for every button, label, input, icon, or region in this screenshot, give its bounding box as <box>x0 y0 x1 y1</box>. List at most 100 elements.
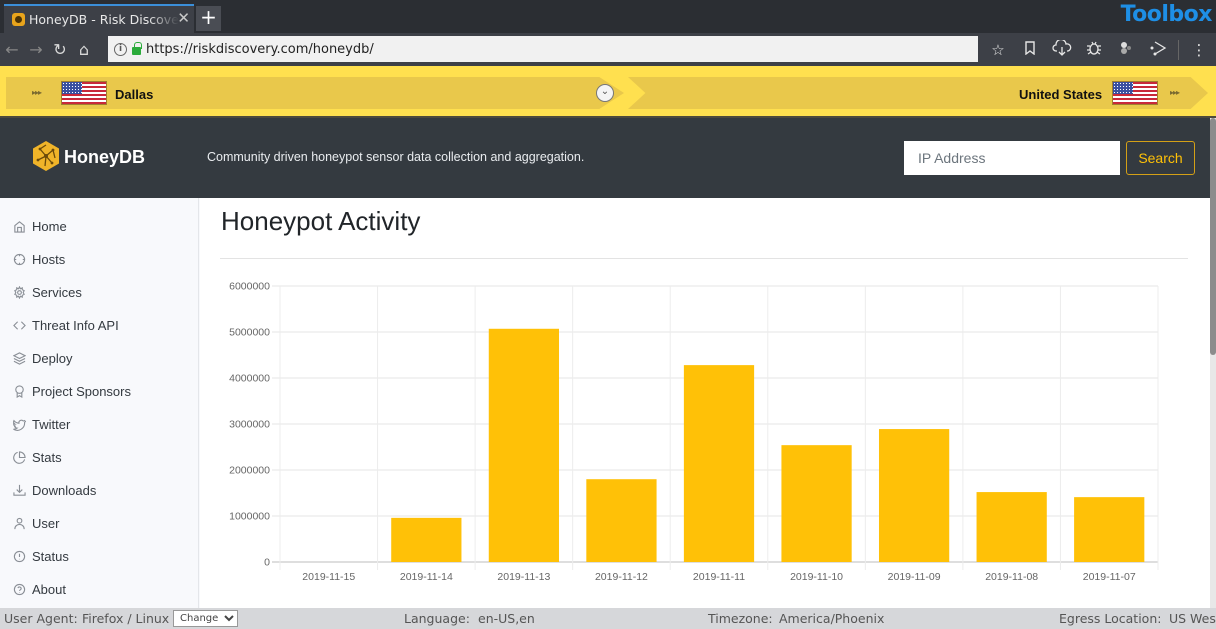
sidebar-item-threat-info-api[interactable]: Threat Info API <box>12 314 119 336</box>
location-banner: ▸▸▸ Dallas ⌄ United States ▸▸▸ <box>0 66 1216 118</box>
x-tick-label: 2019-11-08 <box>985 571 1038 583</box>
user-agent-label: User Agent: <box>4 611 78 626</box>
title-divider <box>220 258 1188 259</box>
honeydb-logo-icon[interactable] <box>32 140 60 172</box>
language-value: en-US,en <box>478 611 535 626</box>
url-bar[interactable]: i https://riskdiscovery.com/honeydb/ <box>108 36 978 62</box>
bar-2019-11-09 <box>878 429 950 562</box>
search-button[interactable]: Search <box>1126 141 1195 175</box>
x-tick-label: 2019-11-12 <box>595 571 648 583</box>
user-agent-value: Firefox / Linux <box>82 611 170 626</box>
forward-icon[interactable]: → <box>24 40 48 59</box>
y-tick-label: 5000000 <box>229 327 270 339</box>
browser-tab-bar: HoneyDB - Risk Discovery ✕ + Toolbox <box>0 0 1216 33</box>
y-tick-label: 1000000 <box>229 511 270 523</box>
new-tab-button[interactable]: + <box>196 6 221 31</box>
tagline: Community driven honeypot sensor data co… <box>207 150 585 164</box>
x-tick-label: 2019-11-14 <box>400 571 453 583</box>
crosshair-icon <box>12 252 26 266</box>
sidebar-item-label: Stats <box>32 449 62 465</box>
bar-2019-11-13 <box>488 328 560 562</box>
sidebar-item-services[interactable]: Services <box>12 281 82 303</box>
site-info-icon[interactable]: i <box>114 42 127 56</box>
arrows-icon: ▸▸▸ <box>1170 88 1180 97</box>
status-bar: User Agent: Firefox / Linux Change Langu… <box>0 608 1216 629</box>
scrollbar-thumb[interactable] <box>1210 118 1216 355</box>
url-text[interactable]: https://riskdiscovery.com/honeydb/ <box>146 42 374 57</box>
sidebar-item-label: Services <box>32 284 82 300</box>
x-tick-label: 2019-11-07 <box>1083 571 1136 583</box>
ip-address-input[interactable] <box>904 141 1120 175</box>
bug-icon[interactable] <box>1078 40 1110 60</box>
user-agent-change-select[interactable]: Change <box>173 610 238 627</box>
sidebar-item-label: About <box>32 581 66 597</box>
language-label: Language: <box>404 611 470 626</box>
egress-location-label: Egress Location: <box>1059 611 1162 626</box>
alert-circle-icon <box>12 549 26 563</box>
cloud-download-icon[interactable] <box>1046 38 1078 60</box>
sidebar-item-stats[interactable]: Stats <box>12 446 62 468</box>
help-circle-icon <box>12 582 26 596</box>
x-tick-label: 2019-11-11 <box>693 571 745 583</box>
layers-icon <box>12 351 26 365</box>
site-header: HoneyDB Community driven honeypot sensor… <box>0 118 1216 198</box>
award-icon <box>12 384 26 398</box>
sidebar-item-home[interactable]: Home <box>12 215 67 237</box>
tab-title: HoneyDB - Risk Discovery <box>29 12 179 27</box>
expand-chevron-icon[interactable]: ⌄ <box>596 84 614 102</box>
source-location: Dallas <box>115 87 154 102</box>
us-flag-icon <box>61 81 107 105</box>
back-icon[interactable]: ← <box>0 40 24 59</box>
page-scrollbar[interactable] <box>1210 118 1216 608</box>
sidebar-nav: Home Hosts Services Threat Info API Depl… <box>0 198 199 608</box>
bar-2019-11-08 <box>976 492 1047 562</box>
sidebar-item-deploy[interactable]: Deploy <box>12 347 72 369</box>
us-flag-icon <box>1112 81 1158 105</box>
bar-2019-11-11 <box>683 365 755 562</box>
sidebar-item-hosts[interactable]: Hosts <box>12 248 65 270</box>
sidebar-item-label: Threat Info API <box>32 317 119 333</box>
sidebar-item-label: Deploy <box>32 350 73 366</box>
pie-chart-icon <box>12 450 26 464</box>
x-tick-label: 2019-11-09 <box>888 571 941 583</box>
user-icon <box>12 516 26 530</box>
sidebar-item-label: User <box>32 515 60 531</box>
reload-icon[interactable]: ↻ <box>48 40 72 59</box>
main-content: Honeypot Activity 0 1000000 2000000 3000000… <box>200 198 1210 608</box>
brand-name[interactable]: HoneyDB <box>64 147 145 168</box>
egress-country: United States <box>1019 87 1103 102</box>
menu-icon[interactable]: ⋮ <box>1183 41 1215 59</box>
sidebar-item-label: Project Sponsors <box>32 383 131 399</box>
sidebar-item-status[interactable]: Status <box>12 545 69 567</box>
timezone-value: America/Phoenix <box>779 611 885 626</box>
sidebar-item-about[interactable]: About <box>12 578 66 600</box>
download-icon <box>12 483 26 497</box>
arrows-icon: ▸▸▸ <box>32 88 42 97</box>
sidebar-item-project-sponsors[interactable]: Project Sponsors <box>12 380 131 402</box>
honeydb-favicon-icon <box>12 13 25 26</box>
close-tab-icon[interactable]: ✕ <box>177 9 190 27</box>
bookmarks-icon[interactable] <box>1014 40 1046 59</box>
bar-2019-11-14 <box>391 517 462 562</box>
bar-2019-11-10 <box>781 445 852 562</box>
honeypot-activity-chart: 0 1000000 2000000 3000000 4000000 5000000 6000… <box>229 281 1159 583</box>
browser-tab[interactable]: HoneyDB - Risk Discovery ✕ <box>4 4 194 33</box>
sidebar-item-label: Home <box>32 218 67 234</box>
sidebar-item-user[interactable]: User <box>12 512 59 534</box>
toolbar-divider <box>1178 39 1179 60</box>
share-icon[interactable] <box>1142 40 1174 60</box>
y-tick-label: 4000000 <box>229 373 270 385</box>
home-icon[interactable]: ⌂ <box>72 40 96 59</box>
timezone-label: Timezone: <box>708 611 773 626</box>
twitter-icon <box>12 417 26 431</box>
y-tick-label: 0 <box>264 557 270 569</box>
sidebar-item-twitter[interactable]: Twitter <box>12 413 70 435</box>
sidebar-item-downloads[interactable]: Downloads <box>12 479 96 501</box>
extension-icon[interactable] <box>1110 41 1142 59</box>
code-icon <box>12 318 26 332</box>
bookmark-star-icon[interactable]: ☆ <box>982 41 1014 59</box>
x-axis-ticks: 2019-11-15 2019-11-14 2019-11-13 2019-11-12… <box>302 571 1136 583</box>
y-tick-label: 2000000 <box>229 465 270 477</box>
x-tick-label: 2019-11-15 <box>302 571 355 583</box>
sidebar-item-label: Hosts <box>32 251 66 267</box>
